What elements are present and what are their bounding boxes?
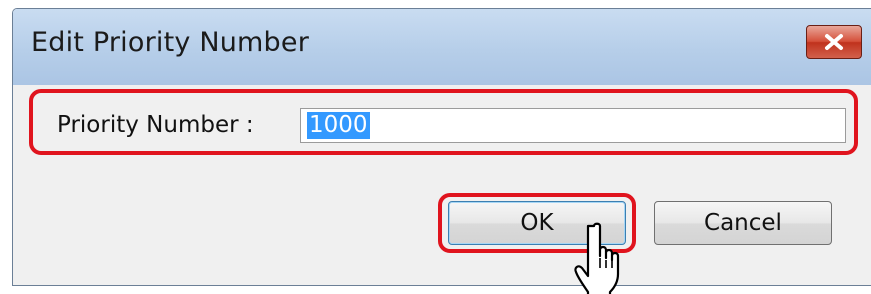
priority-field-highlight [29, 89, 858, 155]
title-bar[interactable]: Edit Priority Number [13, 9, 871, 85]
cancel-button[interactable]: Cancel [654, 201, 832, 245]
dialog-title: Edit Priority Number [31, 27, 310, 58]
close-icon [825, 34, 843, 50]
close-button[interactable] [806, 25, 862, 59]
screenshot-stage: Edit Priority Number Priority Number : 1… [0, 0, 871, 294]
hand-pointer-icon [574, 222, 620, 294]
cancel-button-label: Cancel [704, 210, 782, 236]
